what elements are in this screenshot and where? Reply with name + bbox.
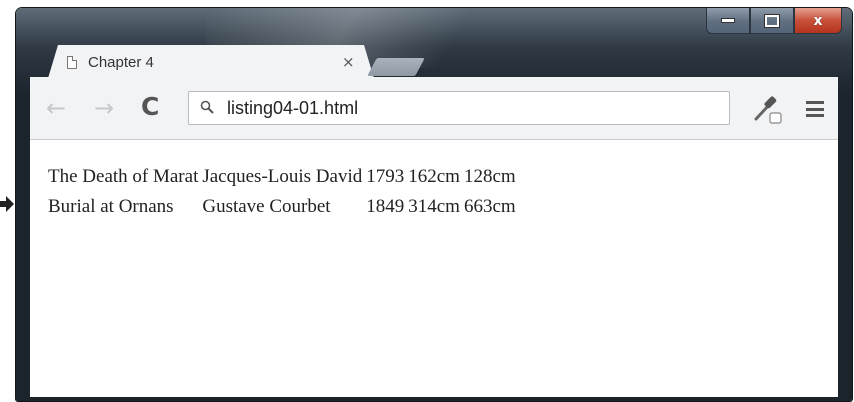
tab-title: Chapter 4: [88, 54, 154, 71]
close-window-button[interactable]: x: [794, 8, 842, 34]
document-icon: [67, 56, 77, 69]
table-cell: Gustave Courbet: [202, 196, 331, 217]
table-cell: 314cm: [408, 196, 460, 217]
minimize-button[interactable]: [706, 8, 750, 34]
eyedropper-icon[interactable]: [752, 93, 784, 125]
table-cell: 128cm: [463, 166, 516, 187]
page-content: The Death of Marat Jacques-Louis David 1…: [30, 140, 838, 397]
toolbar: ← → C listing04-01.html: [30, 77, 838, 140]
url-text[interactable]: listing04-01.html: [227, 98, 358, 119]
paintings-table: The Death of Marat Jacques-Louis David 1…: [48, 166, 520, 224]
window-controls: x: [706, 8, 842, 34]
address-bar[interactable]: listing04-01.html: [188, 91, 730, 125]
maximize-icon: [764, 13, 780, 28]
minimize-icon: [721, 18, 735, 23]
back-button[interactable]: ←: [46, 96, 66, 120]
maximize-button[interactable]: [750, 8, 794, 34]
tab-close-button[interactable]: ×: [342, 53, 355, 71]
table-cell: Burial at Ornans: [48, 196, 174, 217]
table-cell: 663cm: [463, 196, 516, 217]
table-cell: 1849: [366, 196, 405, 217]
table-cell: The Death of Marat: [48, 166, 199, 187]
reload-button[interactable]: C: [141, 94, 159, 119]
forward-button[interactable]: →: [94, 96, 114, 120]
browser-window: x Chapter 4 × ← → C listing04-01.html Th…: [16, 8, 852, 401]
table-row: Burial at Ornans Gustave Courbet 1849 31…: [48, 196, 520, 224]
table-cell: Jacques-Louis David: [202, 166, 363, 187]
close-icon: x: [813, 12, 823, 29]
search-icon: [200, 100, 214, 114]
new-tab-button[interactable]: [367, 58, 425, 76]
table-cell: 162cm: [408, 166, 460, 187]
table-row: The Death of Marat Jacques-Louis David 1…: [48, 166, 520, 196]
hamburger-menu-icon[interactable]: [806, 101, 824, 117]
table-cell: 1793: [366, 166, 405, 187]
pointer-arrow-icon: [0, 196, 14, 212]
